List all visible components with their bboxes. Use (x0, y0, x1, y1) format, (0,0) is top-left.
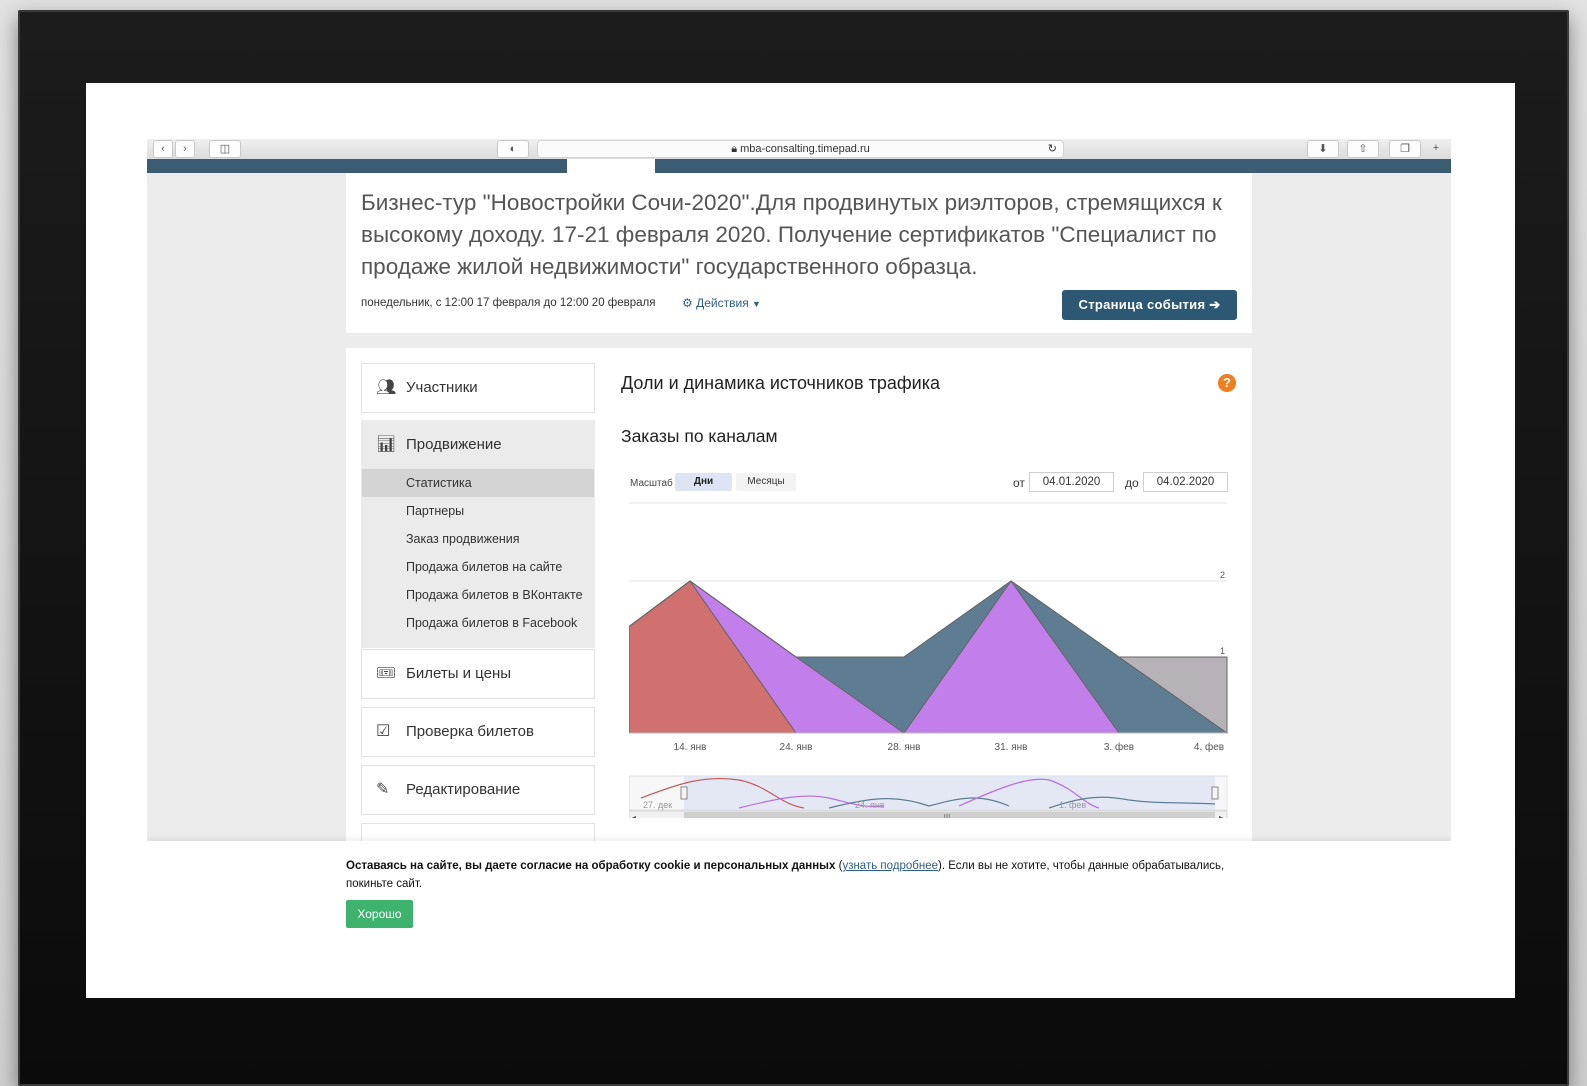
download-icon[interactable]: ⬇ (1307, 140, 1339, 158)
sidebar-label: Редактирование (406, 781, 521, 798)
sidebar-subitem-site-sales[interactable]: Продажа билетов на сайте (362, 553, 594, 581)
gear-icon: ⚙ (682, 296, 693, 310)
sidebar-label: Участники (406, 379, 478, 396)
sidebar-item-tickets-prices[interactable]: 🎟︎ Билеты и цены (361, 649, 595, 699)
event-page-label: Страница события (1078, 297, 1206, 312)
x-tick-label: 14. янв (674, 742, 707, 753)
scroll-right-arrow-icon[interactable]: ▸ (1219, 813, 1223, 818)
ticket-check-icon: ☑ (376, 723, 391, 740)
from-label: от (1013, 476, 1025, 490)
sidebar-subitem-partners[interactable]: Партнеры (362, 497, 594, 525)
sidebar-subitem-order-promotion[interactable]: Заказ продвижения (362, 525, 594, 553)
x-tick-label: 28. янв (888, 742, 921, 753)
cookie-banner: Оставаясь на сайте, вы даете согласие на… (147, 841, 1451, 943)
ok-button[interactable]: Хорошо (346, 900, 413, 928)
sidebar-item-ticket-check[interactable]: ☑ Проверка билетов (361, 707, 595, 757)
to-date-input[interactable]: 04.02.2020 (1143, 472, 1228, 492)
forward-icon[interactable]: › (175, 140, 195, 158)
nav-tab-active[interactable] (567, 159, 655, 173)
event-header: Бизнес-тур "Новостройки Сочи-2020".Для п… (346, 173, 1252, 333)
actions-label: Действия (696, 296, 749, 310)
x-tick-label: 31. янв (995, 742, 1028, 753)
sidebar-label: Билеты и цены (406, 665, 512, 682)
sidebar-label: Проверка билетов (406, 723, 534, 740)
scrollbar-grip-icon: III (944, 813, 951, 818)
chart-icon: 📊︎ (376, 436, 397, 453)
y-tick-label: 2 (1220, 570, 1225, 580)
x-tick-label: 4. фев (1194, 741, 1224, 753)
event-page-button[interactable]: Страница события ➔ (1062, 290, 1237, 320)
arrow-right-icon: ➔ (1209, 297, 1221, 312)
browser-toolbar: ‹ › ◫ ◐ 🔒︎ mba-consalting.timepad.ru ↻ ⬇… (147, 139, 1451, 160)
cookie-text-bold: Оставаясь на сайте, вы даете согласие на… (346, 860, 836, 872)
scale-label: Масштаб (630, 478, 673, 489)
from-date-input[interactable]: 04.01.2020 (1029, 472, 1114, 492)
privacy-shield-icon[interactable]: ◐ (497, 140, 529, 158)
scroll-left-arrow-icon[interactable]: ◂ (632, 813, 636, 818)
lock-icon: 🔒︎ (731, 143, 738, 155)
event-title: Бизнес-тур "Новостройки Сочи-2020".Для п… (361, 190, 1222, 279)
pencil-icon: ✎ (376, 781, 390, 798)
back-icon[interactable]: ‹ (153, 140, 173, 158)
to-label: до (1125, 476, 1139, 490)
url-text: mba-consalting.timepad.ru (740, 143, 870, 155)
orders-chart: 01214. янв24. янв28. янв31. янв3. фев4. … (629, 502, 1228, 818)
navigator-right-handle[interactable] (1211, 786, 1219, 800)
tabs-icon[interactable]: ❐ (1389, 140, 1421, 158)
ticket-icon: 🎟︎ (376, 665, 397, 682)
sidebar-toggle-icon[interactable]: ◫ (209, 140, 241, 158)
section-title: Доли и динамика источников трафика (621, 373, 940, 393)
chart-plot: 01214. янв24. янв28. янв31. янв3. фев4. … (629, 502, 1228, 753)
event-date: понедельник, с 12:00 17 февраля до 12:00… (361, 297, 656, 309)
y-tick-label: 1 (1220, 646, 1225, 656)
sidebar-label: Продвижение (406, 436, 502, 453)
sidebar-subitem-facebook-sales[interactable]: Продажа билетов в Facebook (362, 609, 594, 637)
cookie-text: Оставаясь на сайте, вы даете согласие на… (346, 860, 1225, 890)
actions-dropdown[interactable]: ⚙ Действия ▼ (682, 296, 761, 310)
reload-icon[interactable]: ↻ (1048, 141, 1057, 157)
sidebar-subitem-vk-sales[interactable]: Продажа билетов в ВКонтакте (362, 581, 594, 609)
x-tick-label: 3. фев (1104, 741, 1134, 753)
chart-title: Заказы по каналам (621, 426, 778, 446)
navigator-selection[interactable] (684, 776, 1215, 810)
help-icon[interactable]: ? (1218, 374, 1236, 392)
scale-days-button[interactable]: Дни (675, 473, 732, 491)
scale-months-button[interactable]: Месяцы (736, 473, 796, 491)
sidebar-item-editing[interactable]: ✎ Редактирование (361, 765, 595, 815)
learn-more-link[interactable]: узнать подробнее (842, 860, 938, 872)
share-icon[interactable]: ⇧ (1347, 140, 1379, 158)
url-bar[interactable]: 🔒︎ mba-consalting.timepad.ru ↻ (537, 140, 1064, 158)
new-tab-icon[interactable]: + (1427, 140, 1445, 156)
sidebar-item-promotion[interactable]: 📊︎ Продвижение (362, 421, 594, 469)
browser-screen: ‹ › ◫ ◐ 🔒︎ mba-consalting.timepad.ru ↻ ⬇… (147, 139, 1451, 943)
navigator-label: 24. янв (855, 800, 885, 810)
sidebar-group-promotion: 📊︎ Продвижение Статистика Партнеры Заказ … (361, 420, 595, 648)
sidebar-item-participants[interactable]: 👥︎ Участники (361, 363, 595, 413)
site-navigation (147, 159, 1451, 173)
navigator-label: 27. дек (643, 800, 672, 810)
x-tick-label: 24. янв (780, 742, 813, 753)
navigator-left-handle[interactable] (680, 786, 688, 800)
sidebar-subitem-statistics[interactable]: Статистика (362, 469, 594, 497)
caret-down-icon: ▼ (752, 299, 761, 309)
navigator-label: 1. фев (1059, 800, 1086, 810)
chart-navigator[interactable]: 27. дек 24. янв 1. фев ◂ ▸ III (629, 775, 1228, 818)
participants-icon: 👥︎ (376, 379, 397, 396)
